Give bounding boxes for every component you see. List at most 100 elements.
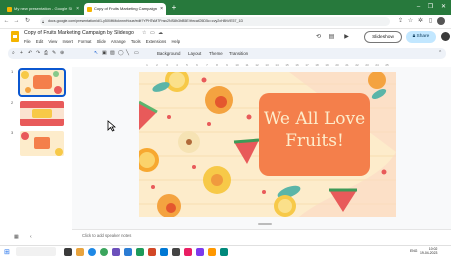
ruler-label: 8 — [216, 63, 218, 67]
notes-resize-handle[interactable] — [258, 223, 272, 225]
menu-file[interactable]: File — [24, 39, 31, 44]
tab-label: My new presentation - Google Sl — [14, 6, 73, 11]
outlook-icon[interactable] — [160, 248, 168, 256]
menu-view[interactable]: View — [48, 39, 57, 44]
word-icon[interactable] — [124, 248, 132, 256]
collapse-panel-icon[interactable]: ‹ — [30, 234, 32, 240]
ruler-label: 1 — [146, 63, 148, 67]
profile-avatar[interactable] — [437, 17, 445, 25]
excel-icon[interactable] — [136, 248, 144, 256]
sidepanel-icon[interactable]: ▯ — [426, 16, 435, 26]
ruler-label: 20 — [335, 63, 339, 67]
minimize-window-button[interactable]: – — [414, 2, 423, 12]
app-icon[interactable] — [220, 248, 228, 256]
theme-button[interactable]: Theme — [209, 49, 223, 58]
history-icon[interactable]: ⟲ — [314, 33, 323, 42]
line-icon[interactable]: ╲ — [126, 49, 129, 58]
layout-button[interactable]: Layout — [188, 49, 201, 58]
maximize-window-button[interactable]: ❐ — [426, 2, 435, 12]
search-menus-icon[interactable]: ⌕ — [12, 49, 15, 58]
slide-number: 2 — [11, 100, 14, 105]
menu-format[interactable]: Format — [78, 39, 91, 44]
menu-insert[interactable]: Insert — [63, 39, 73, 44]
teams-icon[interactable] — [112, 248, 120, 256]
undo-icon[interactable]: ↶ — [28, 49, 32, 58]
windows-start-icon[interactable]: ⊞ — [4, 248, 10, 256]
bookmark-star-icon[interactable]: ☆ — [406, 16, 415, 26]
account-avatar[interactable] — [441, 32, 450, 41]
menu-bar: File Edit View Insert Format Slide Arran… — [24, 39, 184, 44]
app-icon[interactable] — [196, 248, 204, 256]
menu-edit[interactable]: Edit — [36, 39, 43, 44]
forward-icon[interactable]: → — [12, 16, 21, 26]
background-button[interactable]: Background — [157, 49, 180, 58]
comment-icon[interactable]: ▭ — [134, 49, 139, 58]
url-input[interactable]: 🔒︎ docs.google.com/presentation/d/1-y5XM… — [40, 17, 390, 26]
shape-icon[interactable]: ◯ — [118, 49, 124, 58]
lock-icon: 🔒︎ — [42, 19, 45, 24]
document-title[interactable]: Copy of Fruits Marketing Campaign by Sli… — [24, 30, 134, 36]
move-folder-icon[interactable]: ▭ — [150, 30, 155, 36]
paint-format-icon[interactable]: ✎ — [52, 49, 56, 58]
image-icon[interactable]: ▨ — [110, 49, 115, 58]
redo-icon[interactable]: ↷ — [36, 49, 40, 58]
browser-tab-fruits[interactable]: Copy of Fruits Marketing Campaign × — [84, 3, 166, 15]
share-page-icon[interactable]: ⇪ — [396, 16, 405, 26]
menu-arrange[interactable]: Arrange — [111, 39, 126, 44]
meet-icon[interactable]: ▶ — [342, 33, 351, 42]
comments-icon[interactable]: ▤ — [327, 33, 336, 42]
select-tool-icon[interactable]: ↖ — [94, 49, 98, 58]
close-tab-icon[interactable]: × — [160, 3, 163, 15]
ruler-label: 3 — [166, 63, 168, 67]
extensions-icon[interactable]: ✲ — [416, 16, 425, 26]
zoom-icon[interactable]: ⊕ — [60, 49, 64, 58]
reload-icon[interactable]: ↻ — [23, 16, 32, 26]
new-tab-button[interactable]: + — [169, 3, 179, 13]
file-explorer-icon[interactable] — [76, 248, 84, 256]
browser-tab-presentation[interactable]: My new presentation - Google Sl × — [4, 3, 82, 15]
thumb1-art — [21, 71, 62, 94]
slides-favicon-icon — [7, 7, 12, 12]
print-icon[interactable]: ⎙ — [44, 49, 48, 58]
collapse-toolbar-icon[interactable]: ⌃ — [438, 49, 442, 58]
share-button[interactable]: 🔒︎ Share — [406, 31, 436, 43]
task-view-icon[interactable] — [64, 248, 72, 256]
slideshow-button[interactable]: Slideshow — [364, 31, 402, 43]
transition-button[interactable]: Transition — [229, 49, 248, 58]
ruler-label: 19 — [325, 63, 329, 67]
ruler-label: 21 — [345, 63, 349, 67]
slide-thumbnail-3[interactable] — [20, 131, 64, 156]
menu-slide[interactable]: Slide — [97, 39, 106, 44]
slide-headline[interactable]: We All Love Fruits! — [259, 108, 370, 152]
ruler-label: 18 — [315, 63, 319, 67]
input-language[interactable]: ENG — [410, 249, 417, 253]
system-clock[interactable]: 10:02 19-04-2023 — [420, 247, 437, 255]
slide-thumbnail-2[interactable] — [20, 101, 64, 126]
ruler-label: 5 — [186, 63, 188, 67]
close-tab-icon[interactable]: × — [76, 3, 79, 15]
tab-label: Copy of Fruits Marketing Campaign — [94, 6, 157, 11]
google-slides-logo-icon[interactable] — [11, 31, 19, 42]
powerpoint-icon[interactable] — [148, 248, 156, 256]
new-slide-icon[interactable]: + — [20, 49, 23, 58]
text-box-icon[interactable]: ▣ — [102, 49, 107, 58]
close-window-button[interactable]: ✕ — [439, 2, 448, 12]
app-icon[interactable] — [208, 248, 216, 256]
menu-extensions[interactable]: Extensions — [146, 39, 166, 44]
media-player-icon[interactable] — [184, 248, 192, 256]
taskbar-search-input[interactable] — [16, 247, 56, 256]
settings-icon[interactable] — [172, 248, 180, 256]
slide-thumbnail-1[interactable] — [18, 68, 66, 97]
back-icon[interactable]: ← — [2, 16, 11, 26]
edge-browser-icon[interactable] — [88, 248, 96, 256]
grid-view-icon[interactable]: ▦ — [14, 234, 19, 240]
speaker-notes-placeholder[interactable]: Click to add speaker notes — [82, 233, 131, 238]
ruler-label: 22 — [355, 63, 359, 67]
star-icon[interactable]: ☆ — [142, 30, 146, 36]
slide-canvas[interactable]: We All Love Fruits! — [139, 72, 396, 217]
menu-tools[interactable]: Tools — [131, 39, 141, 44]
chrome-browser-icon[interactable] — [100, 248, 108, 256]
url-text: docs.google.com/presentation/d/1-y5XMtMc… — [48, 19, 244, 23]
menu-help[interactable]: Help — [171, 39, 180, 44]
peach-slice-icon — [157, 194, 181, 217]
